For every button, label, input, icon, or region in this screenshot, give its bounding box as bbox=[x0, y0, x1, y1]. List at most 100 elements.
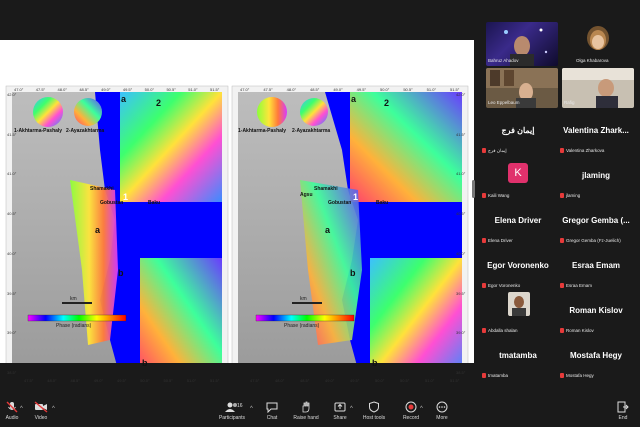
video-tile-rafig[interactable]: Rafig bbox=[562, 68, 634, 108]
record-label: Record bbox=[402, 415, 420, 421]
axis-tick-label: 50.0° bbox=[375, 378, 385, 383]
participant-label-text: jlaming bbox=[566, 193, 581, 198]
axis-tick-label: 48.0° bbox=[47, 378, 57, 383]
host-tools-button[interactable]: Host tools bbox=[360, 401, 388, 421]
axis-tick-label: 39.0° bbox=[7, 330, 17, 336]
axis-tick-label: 47.5° bbox=[263, 87, 273, 92]
video-tile-name: Olga Khabarova bbox=[576, 58, 609, 63]
gallery-resize-handle[interactable] bbox=[472, 180, 475, 198]
participant-name: Esraa Emam bbox=[571, 261, 621, 270]
participant-label: Kaili Wang bbox=[482, 193, 509, 199]
participant-label: Egor Voronenko bbox=[482, 283, 520, 289]
audio-button[interactable]: Audio bbox=[2, 401, 22, 421]
participant-tile[interactable]: Mostafa Hegy Mostafa Hegy bbox=[558, 343, 634, 383]
axis-tick-label: 50.5° bbox=[163, 378, 173, 383]
left-map-label-a-mid: a bbox=[95, 225, 101, 235]
left-map-phase-label: Phase (radians) bbox=[56, 323, 92, 329]
participant-label: Mostafa Hegy bbox=[560, 373, 594, 379]
avatar-photo bbox=[508, 292, 530, 316]
audio-options-caret-icon[interactable]: ^ bbox=[20, 406, 23, 412]
participant-label-text: Mostafa Hegy bbox=[566, 373, 594, 378]
axis-tick-label: 40.5° bbox=[7, 211, 17, 217]
participant-name: Gregor Gemba (... bbox=[562, 216, 630, 225]
participants-options-caret-icon[interactable]: ^ bbox=[250, 406, 253, 412]
record-button[interactable]: Record bbox=[400, 401, 422, 421]
mic-muted-icon bbox=[482, 283, 486, 289]
left-map-label-b-mid: b bbox=[118, 268, 124, 278]
participant-gallery: Bahruz Ahadov Olga Khabarova Leo Eppelba… bbox=[478, 0, 640, 395]
mic-muted-icon bbox=[560, 238, 564, 244]
right-map-shamakhi-label: Shamakhi bbox=[314, 186, 338, 192]
participant-label-text: Valentina Zharkova bbox=[566, 148, 605, 153]
participant-tile[interactable]: إيمان فرج إيمان فرج bbox=[480, 118, 556, 158]
record-options-caret-icon[interactable]: ^ bbox=[420, 406, 423, 412]
right-map-akhtarma-label: 1-Akhtarma-Pashaly bbox=[238, 128, 287, 134]
right-map-ayazakhtarma-label: 2-Ayazakhtarma bbox=[292, 128, 331, 134]
mic-muted-icon bbox=[560, 148, 564, 154]
shared-screen: a 2 1 1-Akhtarma-Pashaly 2-Ayazakhtarma … bbox=[0, 40, 474, 383]
video-label: Video bbox=[34, 415, 48, 421]
participant-tile[interactable]: Elena Driver Elena Driver bbox=[480, 208, 556, 248]
participant-label-text: Elena Driver bbox=[488, 238, 513, 243]
raise-hand-label: Raise hand bbox=[293, 415, 319, 421]
chat-icon bbox=[266, 402, 278, 413]
mic-muted-icon bbox=[482, 373, 486, 379]
host-tools-label: Host tools bbox=[362, 415, 386, 421]
left-map-label-1: 1 bbox=[123, 192, 129, 202]
share-button[interactable]: Share bbox=[330, 401, 350, 421]
right-map-km-label: km bbox=[300, 296, 307, 302]
participant-tile[interactable]: Abdalla shalan bbox=[480, 292, 556, 338]
participant-name: Roman Kislov bbox=[569, 306, 623, 315]
mic-muted-icon bbox=[482, 328, 486, 334]
left-map-label-a: a bbox=[121, 94, 127, 104]
share-options-caret-icon[interactable]: ^ bbox=[350, 406, 353, 412]
video-button[interactable]: Video bbox=[30, 401, 52, 421]
participants-button[interactable]: 16 Participants bbox=[215, 401, 249, 421]
axis-tick-label: 49.5° bbox=[117, 378, 127, 383]
axis-tick-label: 42.0° bbox=[7, 92, 17, 97]
participant-tile[interactable]: Esraa Emam Esraa Emam bbox=[558, 253, 634, 293]
axis-tick-label: 47.5° bbox=[35, 87, 46, 92]
axis-tick-label: 40.0° bbox=[456, 250, 466, 256]
axis-tick-label: 51.5° bbox=[210, 87, 220, 92]
participant-tile[interactable]: K Kaili Wang bbox=[480, 163, 556, 203]
video-tile-leo[interactable]: Leo Eppelbaum bbox=[486, 68, 558, 108]
participant-label-text: Gregor Gemba (Fz-Juelich) bbox=[566, 238, 621, 243]
axis-tick-label: 49.5° bbox=[122, 87, 133, 92]
video-tile-name: Bahruz Ahadov bbox=[488, 58, 519, 63]
axis-tick-label: 48.0° bbox=[275, 378, 285, 383]
participant-tile[interactable]: Gregor Gemba (... Gregor Gemba (Fz-Juelic… bbox=[558, 208, 634, 248]
participant-label: Esraa Emam bbox=[560, 283, 593, 289]
axis-tick-label: 51.0° bbox=[426, 87, 437, 92]
participant-label: jlaming bbox=[560, 193, 581, 199]
more-button[interactable]: More bbox=[432, 401, 452, 421]
right-map-baku-label: Baku bbox=[376, 200, 389, 206]
participants-count: 16 bbox=[237, 403, 243, 409]
participant-tile[interactable]: Valentina Zhark... Valentina Zharkova bbox=[558, 118, 634, 158]
participant-tile[interactable]: Egor Voronenko Egor Voronenko bbox=[480, 253, 556, 293]
participant-tile[interactable]: jlaming jlaming bbox=[558, 163, 634, 203]
right-map-phase-label: Phase (radians) bbox=[284, 323, 320, 329]
mic-muted-icon bbox=[560, 373, 564, 379]
participant-name: Mostafa Hegy bbox=[569, 351, 622, 360]
chat-button[interactable]: Chat bbox=[262, 401, 282, 421]
video-tile-olga[interactable]: Olga Khabarova bbox=[562, 22, 634, 66]
axis-tick-label: 48.5° bbox=[310, 87, 320, 92]
axis-tick-label: 48.5° bbox=[70, 378, 80, 383]
axis-tick-label: 48.0° bbox=[57, 87, 67, 92]
mic-muted-icon bbox=[482, 193, 486, 199]
video-options-caret-icon[interactable]: ^ bbox=[52, 406, 55, 412]
mic-muted-icon bbox=[6, 401, 18, 413]
axis-tick-label: 51.5° bbox=[450, 378, 460, 383]
participant-label-text: Esraa Emam bbox=[566, 283, 593, 288]
participant-tile[interactable]: Roman Kislov Roman Kislov bbox=[558, 298, 634, 338]
right-map-label-a-mid: a bbox=[325, 225, 331, 235]
left-map-km-label: km bbox=[70, 296, 77, 302]
raise-hand-button[interactable]: Raise hand bbox=[292, 401, 320, 421]
video-tile-bahruz[interactable]: Bahruz Ahadov bbox=[486, 22, 558, 66]
more-label: More bbox=[436, 415, 448, 421]
participant-tile[interactable]: tmatamba tmatamba bbox=[480, 343, 556, 383]
end-button[interactable]: End bbox=[614, 401, 632, 421]
meeting-window: a 2 1 1-Akhtarma-Pashaly 2-Ayazakhtarma … bbox=[0, 0, 640, 427]
axis-tick-label: 38.5° bbox=[456, 370, 466, 375]
